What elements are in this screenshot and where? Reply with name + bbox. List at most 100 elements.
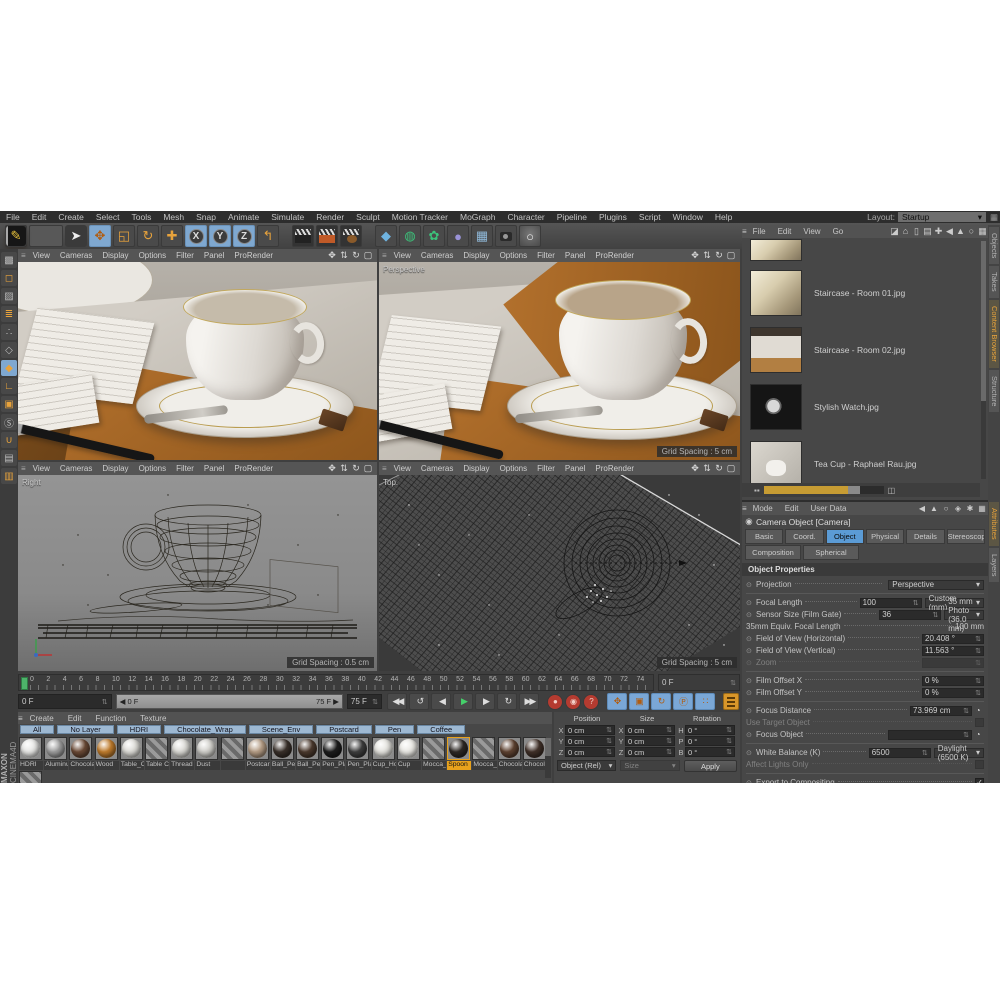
- render-settings-button[interactable]: [340, 225, 362, 247]
- material[interactable]: Ball_Per: [271, 737, 295, 770]
- floor-button[interactable]: ▦: [471, 225, 493, 247]
- keyframe-dot-icon[interactable]: ⊙: [746, 707, 756, 715]
- attribute-tab[interactable]: Physical: [866, 529, 904, 544]
- menu-item[interactable]: Motion Tracker: [386, 212, 454, 222]
- small-thumbnails-icon[interactable]: ▪▪: [754, 486, 760, 495]
- keying-pla-toggle[interactable]: ∷: [695, 693, 715, 710]
- environment-button[interactable]: ●: [447, 225, 469, 247]
- material-thumbnail[interactable]: [170, 737, 193, 760]
- add-preset-icon[interactable]: ✚: [933, 226, 944, 237]
- rotate-view-icon[interactable]: ↻: [350, 463, 362, 474]
- size-mode-dropdown[interactable]: Size▾: [620, 760, 679, 771]
- attributes-menu-item[interactable]: Edit: [779, 504, 805, 513]
- viewport-menu-item[interactable]: Panel: [199, 464, 229, 473]
- value-field[interactable]: 0 %⇅: [922, 688, 984, 698]
- light-button[interactable]: ○: [519, 225, 541, 247]
- content-browser-menu-item[interactable]: Edit: [772, 227, 798, 236]
- side-tab[interactable]: Layers: [989, 548, 999, 583]
- render-picture-viewer-button[interactable]: [316, 225, 338, 247]
- material[interactable]: Dust: [195, 737, 219, 770]
- list-item[interactable]: Stylish Watch.jpg: [750, 380, 980, 433]
- thumbnail-size-slider[interactable]: [764, 486, 884, 494]
- layer-tab[interactable]: Postcard: [316, 725, 372, 734]
- keying-position-toggle[interactable]: ✥: [607, 693, 627, 710]
- workplane-mode-icon[interactable]: ≣: [1, 306, 17, 322]
- paint-setup-icon[interactable]: ▩: [1, 252, 17, 268]
- material-thumbnail[interactable]: [372, 737, 395, 760]
- toolbar-gap[interactable]: [281, 225, 290, 247]
- edges-mode-icon[interactable]: ◇: [1, 342, 17, 358]
- material[interactable]: [19, 771, 43, 783]
- content-browser-menu-item[interactable]: Go: [827, 227, 850, 236]
- browser-window-icon[interactable]: ◫: [888, 486, 896, 495]
- viewport-menu-item[interactable]: View: [389, 251, 416, 260]
- viewport-right[interactable]: ≡ ViewCamerasDisplayOptionsFilterPanelPr…: [18, 462, 377, 671]
- menu-item[interactable]: Snap: [190, 212, 222, 222]
- value-field[interactable]: 0 %⇅: [922, 676, 984, 686]
- picker-icon[interactable]: ◔: [972, 706, 984, 715]
- lock-z-axis-button[interactable]: Z: [233, 225, 255, 247]
- viewport-menu-item[interactable]: Display: [97, 251, 133, 260]
- magnet-snap-icon[interactable]: ∪: [1, 432, 17, 448]
- rotation-p-field[interactable]: 0 °⇅: [685, 736, 735, 746]
- material-name[interactable]: Dust: [195, 761, 219, 770]
- side-tab[interactable]: Structure: [989, 370, 999, 412]
- settings-gear-icon[interactable]: ✱: [964, 504, 976, 513]
- stepper-icon[interactable]: ⇅: [975, 659, 981, 667]
- material[interactable]: Postcar: [246, 737, 270, 770]
- play-backwards-button[interactable]: ↺: [409, 693, 429, 710]
- material[interactable]: Pen_Pla: [321, 737, 345, 770]
- viewport-menu-item[interactable]: Panel: [199, 251, 229, 260]
- material-name[interactable]: Pen_Pla: [346, 761, 370, 770]
- workplane-lock-icon[interactable]: ▤: [1, 450, 17, 466]
- material-thumbnail[interactable]: [397, 737, 420, 760]
- layout-dropdown[interactable]: Startup▾: [898, 212, 986, 222]
- viewport-menu-item[interactable]: Display: [97, 464, 133, 473]
- menu-item[interactable]: Edit: [26, 212, 53, 222]
- scrollbar[interactable]: [545, 738, 551, 778]
- scale-tool[interactable]: ◱: [113, 225, 135, 247]
- list-item-partial[interactable]: [750, 238, 980, 262]
- menu-item[interactable]: Simulate: [265, 212, 310, 222]
- frame-field[interactable]: 0 F⇅: [658, 674, 740, 691]
- menu-item[interactable]: Help: [709, 212, 738, 222]
- material[interactable]: Ball_Per: [296, 737, 320, 770]
- value-field[interactable]: ⇅: [922, 658, 984, 668]
- content-browser-menu-item[interactable]: View: [797, 227, 826, 236]
- keyframe-dot-icon[interactable]: ⊙: [746, 677, 756, 685]
- burger-icon[interactable]: ≡: [382, 464, 387, 473]
- position-z-field[interactable]: 0 cm⇅: [565, 747, 615, 757]
- menu-item[interactable]: MoGraph: [454, 212, 501, 222]
- last-used-tool[interactable]: ✚: [161, 225, 183, 247]
- material-thumbnail[interactable]: [221, 737, 244, 760]
- stepper-icon[interactable]: ⇅: [922, 749, 928, 757]
- value-field[interactable]: 100⇅: [860, 598, 922, 608]
- size-x-field[interactable]: 0 cm⇅: [625, 725, 675, 735]
- keying-rotation-toggle[interactable]: ↻: [651, 693, 671, 710]
- material[interactable]: Table_C: [120, 737, 144, 770]
- material-thumbnail[interactable]: [447, 737, 470, 760]
- material-name[interactable]: Aluminu: [44, 761, 68, 770]
- size-y-field[interactable]: 0 cm⇅: [625, 736, 675, 746]
- checkbox[interactable]: [975, 760, 984, 769]
- material-menu-item[interactable]: Function: [88, 714, 133, 723]
- material-thumbnail[interactable]: [321, 737, 344, 760]
- rotate-view-icon[interactable]: ↻: [713, 463, 725, 474]
- viewport-menu-item[interactable]: Options: [495, 251, 533, 260]
- stepper-icon[interactable]: ⇅: [963, 731, 969, 739]
- material[interactable]: Aluminu: [44, 737, 68, 770]
- material-thumbnail[interactable]: [346, 737, 369, 760]
- attribute-tab[interactable]: Spherical: [803, 545, 859, 560]
- viewport-menu-item[interactable]: Filter: [532, 464, 560, 473]
- material-thumbnail[interactable]: [19, 771, 42, 783]
- dolly-view-icon[interactable]: ⇅: [338, 463, 350, 474]
- autokeying-button[interactable]: ◉: [565, 694, 581, 710]
- layer-tab[interactable]: Coffee: [417, 725, 465, 734]
- menu-item[interactable]: File: [0, 212, 26, 222]
- material[interactable]: Mocca_I: [422, 737, 446, 770]
- checkbox[interactable]: [975, 718, 984, 727]
- menu-item[interactable]: Pipeline: [551, 212, 593, 222]
- timeline-scrubber[interactable]: ◀ 0 F75 F ▶: [116, 694, 343, 709]
- content-browser-list[interactable]: Staircase - Room 01.jpg Staircase - Room…: [742, 238, 980, 483]
- keying-parameter-toggle[interactable]: Ⓟ: [673, 693, 693, 710]
